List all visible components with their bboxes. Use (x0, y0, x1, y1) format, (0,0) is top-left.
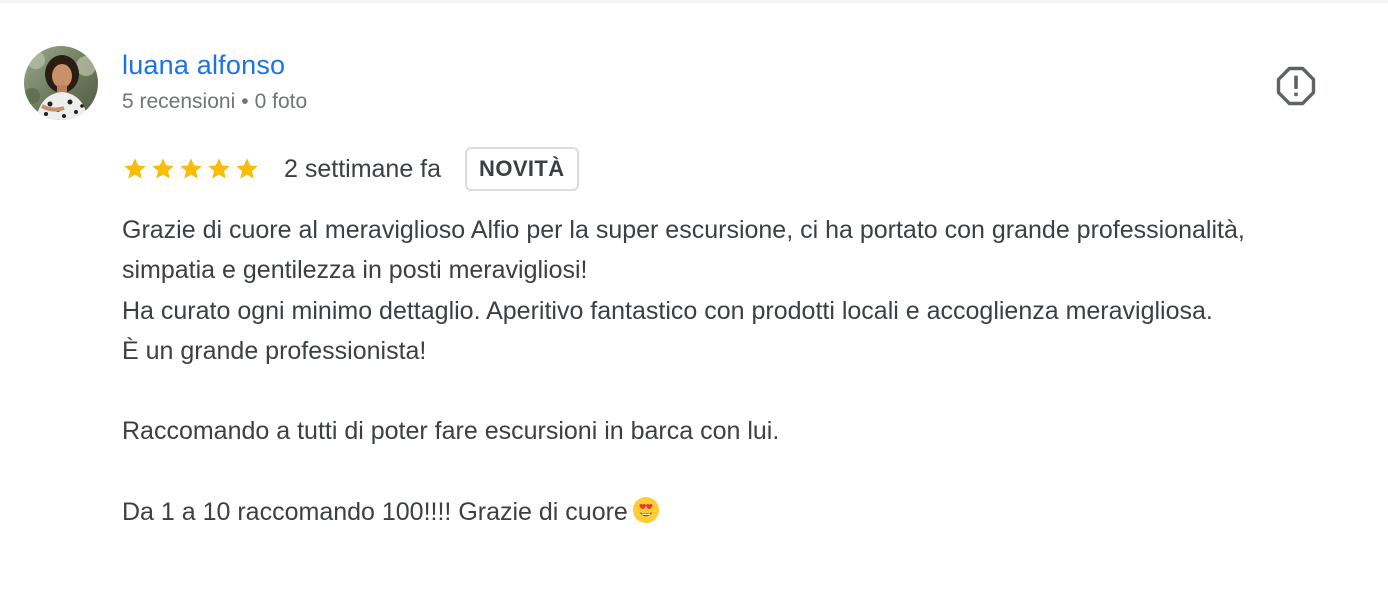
heart-eyes-emoji-icon (632, 496, 660, 536)
meta-separator: • (241, 90, 249, 113)
report-icon (1276, 66, 1316, 106)
star-icon (124, 158, 146, 179)
reviews-count: 5 recensioni (122, 90, 236, 113)
review-card: luana alfonso 5 recensioni • 0 foto 2 sett… (0, 0, 1388, 600)
author-name-link[interactable]: luana alfonso (122, 49, 285, 81)
star-icon (180, 158, 202, 179)
star-rating (122, 156, 260, 182)
photos-count: 0 foto (254, 90, 308, 113)
review-text-closing: Da 1 a 10 raccomando 100!!!! Grazie di c… (122, 498, 628, 527)
review-text-line: Grazie di cuore al meraviglioso Alfio pe… (122, 216, 1245, 285)
avatar[interactable] (24, 46, 98, 120)
review-text-line-last: Da 1 a 10 raccomando 100!!!! Grazie di c… (122, 492, 1262, 536)
review-text: Grazie di cuore al meraviglioso Alfio pe… (122, 210, 1262, 536)
avatar-photo-icon (24, 46, 98, 120)
review-text-line: Raccomando a tutti di poter fare escursi… (122, 417, 780, 446)
review-text-line: Ha curato ogni minimo dettaglio. Aperiti… (122, 296, 1213, 325)
author-meta: 5 recensioni • 0 foto (122, 89, 307, 115)
review-date: 2 settimane fa (284, 155, 442, 183)
star-icon (208, 158, 230, 179)
review-text-line: È un grande professionista! (122, 336, 427, 365)
star-icon (152, 158, 174, 179)
new-badge: NOVITÀ (465, 147, 579, 191)
rating-row: 2 settimane fa NOVITÀ (122, 145, 579, 193)
report-review-button[interactable] (1274, 64, 1318, 108)
star-icon (236, 158, 258, 179)
